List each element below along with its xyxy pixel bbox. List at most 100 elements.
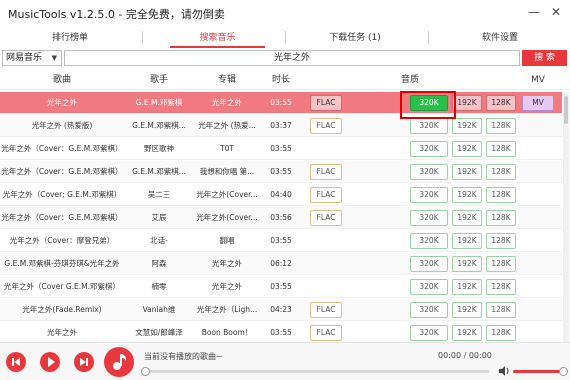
play-button[interactable] — [40, 352, 60, 372]
song-artist: 阿森 — [151, 259, 167, 268]
quality-192k-button[interactable]: 192K — [452, 187, 482, 203]
previous-icon — [12, 358, 20, 366]
quality-320k-button[interactable]: 320K — [410, 187, 448, 203]
quality-192k-button[interactable]: 192K — [452, 279, 482, 295]
tab-charts[interactable]: 排行榜单 — [35, 28, 105, 48]
search-input[interactable]: 光年之外 — [64, 50, 520, 66]
scrollbar-thumb[interactable] — [564, 96, 568, 124]
table-row[interactable]: 光年之外（Cover G.E.M.邓紫棋） 楠零 光年之外 03:55 320K 192K… — [0, 276, 562, 298]
quality-320k-button[interactable]: 320K — [410, 302, 448, 318]
quality-128k-button[interactable]: 128K — [486, 279, 516, 295]
active-tab-indicator — [170, 46, 265, 48]
tab-downloads[interactable]: 下载任务 (1) — [305, 28, 405, 48]
song-title: 光年之外（Cover：G.E.M.邓紫棋） — [1, 213, 123, 222]
quality-320k-button[interactable]: 320K — [410, 325, 448, 341]
song-album: 光年之外 — [212, 282, 242, 291]
flac-button[interactable]: FLAC — [310, 325, 342, 341]
quality-192k-button[interactable]: 192K — [452, 302, 482, 318]
table-row[interactable]: 光年之外（Cover：G.E.M.邓紫棋） G.E.M.邓紫棋... 我想和你唱 第… — [0, 161, 562, 183]
volume-icon[interactable] — [498, 365, 510, 377]
vertical-scrollbar[interactable] — [563, 92, 569, 342]
source-select[interactable]: 网易音乐 ▼ — [2, 50, 62, 66]
quality-320k-button[interactable]: 320K — [410, 279, 448, 295]
quality-192k-button[interactable]: 192K — [452, 118, 482, 134]
song-album: 光年之外 (热爱... — [198, 121, 256, 130]
results-table: 光年之外 G.E.M.邓紫棋 光年之外 03:55 FLAC 320K 192K 128K MV… — [0, 92, 570, 342]
table-row[interactable]: 光年之外（Cover; G.E.M.邓紫棋） 吴二三 光年之外(Cover... 04… — [0, 184, 562, 206]
quality-128k-button[interactable]: 128K — [486, 302, 516, 318]
quality-192k-button[interactable]: 192K — [452, 95, 482, 111]
flac-button[interactable]: FLAC — [310, 164, 342, 180]
quality-192k-button[interactable]: 192K — [452, 141, 482, 157]
song-artist: 吴二三 — [147, 190, 171, 199]
next-button[interactable] — [74, 352, 94, 372]
song-artist: 北话- — [150, 236, 168, 245]
quality-128k-button[interactable]: 128K — [486, 118, 516, 134]
minimize-icon[interactable]: — — [526, 4, 542, 20]
song-artist: 艾辰 — [151, 213, 167, 222]
table-row[interactable]: 光年之外（Cover：G.E.M.邓紫棋） 野区歌神 T0T 03:55 320K 192… — [0, 138, 562, 160]
header-song: 歌曲 — [52, 75, 71, 85]
tab-settings[interactable]: 软件设置 — [460, 28, 540, 48]
quality-128k-button[interactable]: 128K — [486, 256, 516, 272]
header-artist: 歌手 — [149, 75, 168, 85]
selection-highlight — [400, 91, 456, 119]
table-header: 歌曲 歌手 专辑 时长 音质 MV — [0, 70, 570, 90]
chevron-down-icon: ▼ — [51, 54, 57, 62]
flac-button[interactable]: FLAC — [310, 302, 342, 318]
song-album: 光年之外（Ligh... — [196, 305, 258, 314]
quality-320k-button[interactable]: 320K — [410, 118, 448, 134]
table-row[interactable]: 光年之外 (热爱版) G.E.M.邓紫棋... 光年之外 (热爱... 03:37 FL… — [0, 115, 562, 137]
quality-320k-button[interactable]: 320K — [410, 233, 448, 249]
header-quality: 音质 — [400, 75, 419, 85]
now-playing-text: 当前没有播放的歌曲~ — [144, 352, 223, 361]
song-artist: Vaniah维 — [142, 305, 176, 314]
quality-192k-button[interactable]: 192K — [452, 164, 482, 180]
table-row[interactable]: G.E.M.邓紫棋-芬琪芬琪&光年之外 阿森 光年之外 06:12 320K 192K 12… — [0, 253, 562, 275]
previous-button[interactable] — [6, 352, 26, 372]
quality-128k-button[interactable]: 128K — [486, 210, 516, 226]
playback-time: 00:00 / 00:00 — [438, 351, 492, 360]
progress-slider[interactable] — [141, 367, 489, 376]
app-title: MusicTools v1.2.5.0 - 完全免费，请勿倒卖 — [8, 8, 225, 21]
volume-slider[interactable] — [513, 367, 568, 376]
flac-button[interactable]: FLAC — [310, 187, 342, 203]
close-icon[interactable]: ✕ — [548, 4, 564, 20]
table-row[interactable]: 光年之外 文慧如/郎峰泽 Boon Boom！ 03:55 FLAC 320K 192K 12… — [0, 322, 562, 342]
song-album: 光年之外(Cover... — [196, 190, 258, 199]
quality-128k-button[interactable]: 128K — [486, 233, 516, 249]
quality-128k-button[interactable]: 128K — [486, 95, 516, 111]
quality-128k-button[interactable]: 128K — [486, 325, 516, 341]
table-row[interactable]: 光年之外（Cover：摩登兄弟） 北话- 翻唱 03:55 320K 192K 128K — [0, 230, 562, 252]
table-row[interactable]: 光年之外(Fade.Remix) Vaniah维 光年之外（Ligh... 04:23… — [0, 299, 562, 321]
quality-192k-button[interactable]: 192K — [452, 325, 482, 341]
flac-button[interactable]: FLAC — [310, 210, 342, 226]
quality-128k-button[interactable]: 128K — [486, 141, 516, 157]
flac-button[interactable]: FLAC — [310, 118, 342, 134]
quality-320k-button[interactable]: 320K — [410, 256, 448, 272]
search-button[interactable]: 搜 索 — [522, 50, 567, 66]
song-duration: 03:55 — [270, 167, 292, 176]
tab-divider — [142, 31, 143, 44]
song-album: 光年之外 — [212, 259, 242, 268]
quality-192k-button[interactable]: 192K — [452, 256, 482, 272]
song-artist: G.E.M.邓紫棋 — [135, 98, 183, 107]
table-row[interactable]: 光年之外 G.E.M.邓紫棋 光年之外 03:55 FLAC 320K 192K 128K MV — [0, 92, 562, 114]
table-row[interactable]: 光年之外（Cover：G.E.M.邓紫棋） 艾辰 光年之外(Cover... 03:5… — [0, 207, 562, 229]
quality-320k-button[interactable]: 320K — [410, 164, 448, 180]
quality-128k-button[interactable]: 128K — [486, 187, 516, 203]
tab-search-music[interactable]: 搜索音乐 — [170, 28, 265, 48]
quality-192k-button[interactable]: 192K — [452, 233, 482, 249]
volume-knob[interactable] — [559, 367, 568, 376]
progress-knob[interactable] — [141, 367, 150, 376]
quality-128k-button[interactable]: 128K — [486, 164, 516, 180]
play-icon — [48, 357, 55, 367]
flac-button[interactable]: FLAC — [310, 95, 342, 111]
mv-button[interactable]: MV — [522, 95, 554, 111]
song-duration: 03:55 — [270, 282, 292, 291]
quality-192k-button[interactable]: 192K — [452, 210, 482, 226]
quality-320k-button[interactable]: 320K — [410, 141, 448, 157]
song-title: 光年之外(Fade.Remix) — [22, 305, 102, 314]
quality-320k-button[interactable]: 320K — [410, 210, 448, 226]
header-album: 专辑 — [217, 75, 236, 85]
